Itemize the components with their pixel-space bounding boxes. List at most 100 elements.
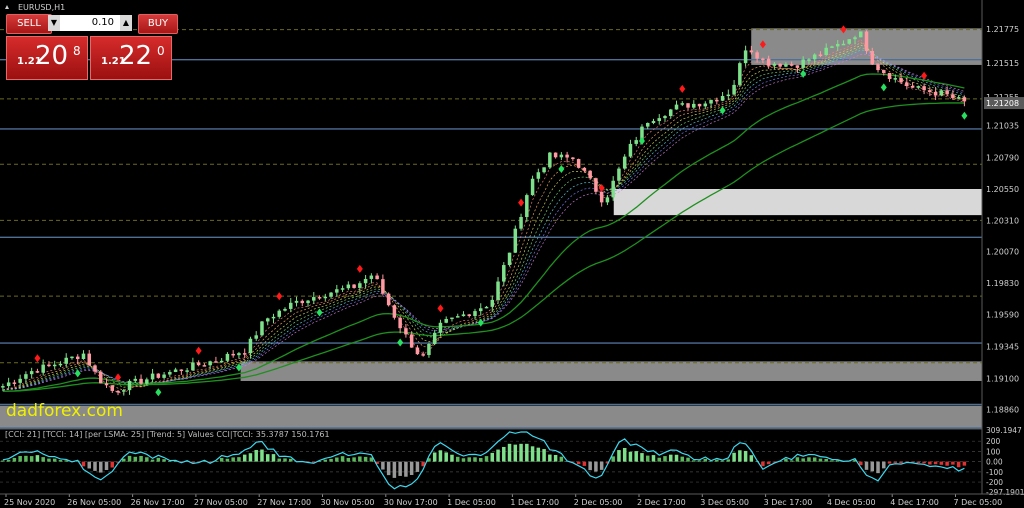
symbol-label: EURUSD,H1 xyxy=(18,3,65,12)
candle-body xyxy=(300,300,305,304)
candle-body xyxy=(145,379,149,384)
sell-signal-diamond-icon xyxy=(195,346,202,355)
buy-button[interactable]: BUY xyxy=(138,14,178,34)
tcci-histogram-bar xyxy=(519,443,523,462)
arrow-down-icon[interactable]: ▼ xyxy=(48,15,60,31)
buy-signal-diamond-icon xyxy=(880,83,887,92)
buy-signal-diamond-icon xyxy=(316,308,323,317)
tcci-histogram-bar xyxy=(162,459,166,462)
candle-body xyxy=(559,154,564,158)
candle-body xyxy=(386,293,391,306)
tcci-histogram-bar xyxy=(536,447,541,462)
candle-body xyxy=(29,371,34,375)
indicator-axis-label: 309.1947 xyxy=(986,426,1022,435)
candle-body xyxy=(824,47,828,56)
tcci-histogram-bar xyxy=(432,452,437,462)
candle-body xyxy=(1,386,5,388)
sell-signal-diamond-icon xyxy=(437,304,444,313)
tcci-histogram-bar xyxy=(576,461,581,465)
time-axis-label: 27 Nov 17:00 xyxy=(257,498,311,507)
tcci-histogram-bar xyxy=(386,461,391,476)
tcci-histogram-bar xyxy=(582,461,587,466)
ma-ribbon-line xyxy=(2,44,965,391)
candle-body xyxy=(323,296,328,299)
candle-body xyxy=(484,306,489,309)
sr-zone xyxy=(240,361,983,381)
tcci-histogram-bar xyxy=(6,459,11,462)
tcci-histogram-bar xyxy=(738,450,742,462)
tcci-histogram-bar xyxy=(444,452,448,462)
triangle-menu-icon[interactable] xyxy=(5,5,9,9)
tcci-histogram-bar xyxy=(271,454,276,462)
tcci-histogram-bar xyxy=(150,459,155,462)
tcci-histogram-bar xyxy=(951,461,955,465)
arrow-up-icon[interactable]: ▲ xyxy=(120,15,132,31)
candle-body xyxy=(916,86,921,88)
tcci-histogram-bar xyxy=(588,461,592,471)
candle-body xyxy=(645,122,650,127)
candle-body xyxy=(47,364,51,367)
price-axis-label: 1.20790 xyxy=(986,154,1019,163)
candle-body xyxy=(910,85,915,88)
candle-body xyxy=(812,54,817,60)
tcci-histogram-bar xyxy=(651,455,656,462)
sell-button[interactable]: SELL xyxy=(6,14,52,34)
candle-body xyxy=(346,284,351,289)
candle-body xyxy=(726,94,731,97)
lot-size-input[interactable]: 0.10 xyxy=(60,15,120,31)
buy-price-box[interactable]: 1.21 22 0 xyxy=(90,36,172,80)
candle-body xyxy=(755,52,759,59)
candle-body xyxy=(329,292,333,297)
candle-body xyxy=(933,91,938,96)
tcci-histogram-bar xyxy=(628,451,633,462)
candle-body xyxy=(208,361,212,366)
tcci-histogram-bar xyxy=(634,451,638,462)
sell-signal-diamond-icon xyxy=(34,354,41,363)
price-axis-label: 1.18860 xyxy=(986,406,1019,415)
candle-body xyxy=(219,360,224,363)
candle-body xyxy=(75,356,80,360)
buy-signal-diamond-icon xyxy=(155,388,162,397)
candle-body xyxy=(283,308,287,311)
candle-body xyxy=(939,90,944,96)
candle-body xyxy=(490,299,495,307)
buy-signal-diamond-icon xyxy=(558,165,565,174)
tcci-histogram-bar xyxy=(35,455,40,462)
tcci-histogram-bar xyxy=(761,461,765,467)
candle-body xyxy=(542,167,546,173)
sell-price-box[interactable]: 1.21 20 8 xyxy=(6,36,88,80)
tcci-histogram-bar xyxy=(265,454,270,462)
tcci-histogram-bar xyxy=(346,457,351,462)
tcci-histogram-bar xyxy=(484,456,489,462)
tcci-histogram-bar xyxy=(260,449,264,462)
tcci-histogram-bar xyxy=(766,461,771,465)
candle-body xyxy=(778,63,782,67)
tcci-histogram-bar xyxy=(697,460,702,462)
tcci-histogram-bar xyxy=(812,457,817,462)
candle-body xyxy=(122,390,126,392)
candle-body xyxy=(81,353,86,360)
candle-body xyxy=(686,103,690,108)
candle-body xyxy=(548,152,552,168)
candle-body xyxy=(271,316,276,319)
candle-body xyxy=(956,97,961,99)
time-axis-label: 4 Dec 05:00 xyxy=(827,498,876,507)
candle-body xyxy=(110,385,115,391)
tcci-histogram-bar xyxy=(242,454,247,462)
candle-body xyxy=(18,378,22,383)
candle-body xyxy=(352,284,356,288)
candle-body xyxy=(340,288,345,290)
tcci-histogram-bar xyxy=(358,456,362,462)
tcci-histogram-bar xyxy=(548,454,552,462)
time-axis-label: 25 Nov 2020 xyxy=(4,498,55,507)
tcci-histogram-bar xyxy=(686,457,690,462)
candle-body xyxy=(398,317,402,329)
chart-window[interactable]: 1.217751.215151.212551.210351.207901.205… xyxy=(0,0,1024,508)
time-axis-label: 1 Dec 05:00 xyxy=(447,498,496,507)
tcci-histogram-bar xyxy=(277,458,281,462)
candle-body xyxy=(835,43,840,47)
tcci-histogram-bar xyxy=(928,461,932,465)
candle-body xyxy=(231,353,235,356)
candle-body xyxy=(622,156,627,169)
tcci-histogram-bar xyxy=(145,457,149,462)
